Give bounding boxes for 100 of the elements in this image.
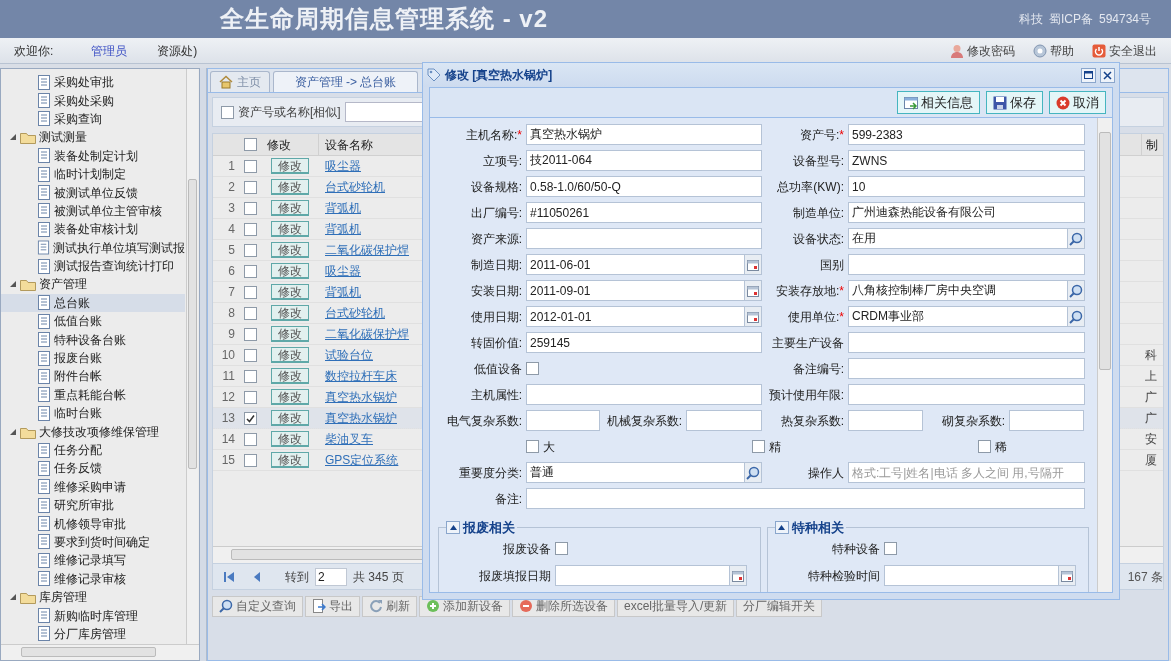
checkbox[interactable] bbox=[555, 542, 568, 555]
input-field[interactable] bbox=[1009, 410, 1084, 431]
maximize-button[interactable] bbox=[1081, 67, 1096, 83]
checkbox[interactable] bbox=[243, 159, 257, 173]
checkbox[interactable] bbox=[243, 432, 257, 446]
date-field[interactable]: 2012-01-01 bbox=[526, 306, 745, 327]
tree-item[interactable]: 被测试单位反馈 bbox=[1, 183, 185, 202]
input-field[interactable]: CRDM事业部 bbox=[848, 306, 1068, 327]
tree-item[interactable]: 库房管理 bbox=[1, 587, 185, 607]
input-field[interactable] bbox=[526, 410, 600, 431]
calendar-button[interactable] bbox=[745, 280, 762, 301]
date-field[interactable]: 2011-09-01 bbox=[526, 280, 745, 301]
input-field[interactable]: 在用 bbox=[848, 228, 1068, 249]
tab[interactable]: 资产管理 -> 总台账 bbox=[273, 71, 418, 92]
lookup-button[interactable] bbox=[1068, 306, 1085, 327]
edit-button[interactable]: 修改 bbox=[271, 326, 309, 342]
column-header[interactable]: 修改 bbox=[261, 134, 319, 155]
input-field[interactable] bbox=[848, 358, 1085, 379]
tree-item[interactable]: 维修记录填写 bbox=[1, 551, 185, 570]
close-button[interactable] bbox=[1100, 67, 1115, 83]
checkbox[interactable] bbox=[243, 201, 257, 215]
tree-item[interactable]: 重点耗能台帐 bbox=[1, 385, 185, 405]
tree-item[interactable]: 要求到货时间确定 bbox=[1, 532, 185, 552]
search-field[interactable] bbox=[344, 102, 425, 122]
input-field[interactable]: #11050261 bbox=[526, 202, 762, 223]
input-field[interactable]: 技2011-064 bbox=[526, 150, 762, 171]
edit-button[interactable]: 修改 bbox=[271, 452, 309, 468]
checkbox[interactable] bbox=[243, 390, 257, 404]
checkbox[interactable] bbox=[243, 264, 257, 278]
input-field[interactable] bbox=[526, 228, 762, 249]
input-field[interactable]: 0.58-1.0/60/50-Q bbox=[526, 176, 762, 197]
scrollbar[interactable] bbox=[1, 644, 199, 660]
edit-button[interactable]: 修改 bbox=[271, 410, 309, 426]
edit-button[interactable]: 修改 bbox=[271, 263, 309, 279]
tree-item[interactable]: 测试报告查询统计打印 bbox=[1, 256, 185, 276]
dialog-button[interactable]: 取消 bbox=[1049, 91, 1106, 114]
lookup-button[interactable] bbox=[1068, 228, 1085, 249]
collapse-button[interactable] bbox=[774, 521, 789, 535]
input-field[interactable] bbox=[848, 384, 1085, 405]
edit-button[interactable]: 修改 bbox=[271, 305, 309, 321]
checkbox[interactable] bbox=[243, 453, 257, 467]
input-field[interactable]: 259145 bbox=[526, 332, 762, 353]
tree-item[interactable]: 装备处制定计划 bbox=[1, 146, 185, 165]
tree-item[interactable]: 采购处审批 bbox=[1, 73, 185, 92]
scrollbar[interactable] bbox=[1097, 118, 1112, 592]
input-field[interactable] bbox=[848, 254, 1085, 275]
page-field[interactable]: 2 bbox=[315, 567, 347, 586]
input-field[interactable] bbox=[848, 410, 923, 431]
tree-item[interactable]: 测试测量 bbox=[1, 128, 185, 147]
input-field[interactable]: 真空热水锅炉 bbox=[526, 124, 762, 145]
checkbox[interactable] bbox=[243, 411, 257, 425]
checkbox[interactable] bbox=[243, 327, 257, 341]
date-field[interactable] bbox=[883, 565, 1059, 586]
edit-button[interactable]: 修改 bbox=[271, 158, 309, 174]
edit-button[interactable]: 修改 bbox=[271, 431, 309, 447]
edit-button[interactable]: 修改 bbox=[271, 368, 309, 384]
collapse-button[interactable] bbox=[446, 521, 460, 535]
tree-item[interactable]: 大修技改项修维保管理 bbox=[1, 422, 185, 441]
tree-item[interactable]: 任务反馈 bbox=[1, 459, 185, 478]
edit-button[interactable]: 修改 bbox=[271, 347, 309, 363]
scrollbar[interactable] bbox=[186, 69, 198, 644]
checkbox[interactable] bbox=[243, 369, 257, 383]
input-field[interactable]: 10 bbox=[848, 176, 1085, 197]
checkbox[interactable] bbox=[526, 440, 539, 453]
input-field[interactable] bbox=[686, 410, 762, 431]
toolbar-button[interactable]: 导出 bbox=[305, 595, 360, 617]
checkbox[interactable] bbox=[243, 138, 257, 151]
tree-item[interactable]: 测试执行单位填写测试报 bbox=[1, 238, 185, 257]
edit-button[interactable]: 修改 bbox=[271, 221, 309, 237]
checkbox[interactable] bbox=[243, 222, 257, 236]
checkbox[interactable] bbox=[243, 306, 257, 320]
header-link[interactable]: 修改密码 bbox=[950, 41, 1015, 60]
tree-item[interactable]: 机修领导审批 bbox=[1, 514, 185, 533]
tree-item[interactable]: 采购查询 bbox=[1, 109, 185, 129]
input-field[interactable] bbox=[526, 488, 1085, 509]
header-link[interactable]: 安全退出 bbox=[1092, 41, 1157, 60]
checkbox[interactable] bbox=[526, 362, 539, 375]
tree-item[interactable]: 资产管理 bbox=[1, 275, 185, 294]
lookup-button[interactable] bbox=[745, 462, 762, 483]
tree-item[interactable]: 任务分配 bbox=[1, 440, 185, 460]
input-field[interactable]: 广州迪森热能设备有限公司 bbox=[848, 202, 1085, 223]
input-field[interactable]: 格式:工号|姓名|电话 多人之间 用,号隔开 bbox=[848, 462, 1085, 483]
checkbox[interactable] bbox=[883, 542, 897, 555]
tree-item[interactable]: 采购处采购 bbox=[1, 91, 185, 110]
calendar-button[interactable] bbox=[745, 306, 762, 327]
column-header[interactable]: 制 bbox=[1141, 134, 1163, 155]
date-field[interactable]: 2011-06-01 bbox=[526, 254, 745, 275]
edit-button[interactable]: 修改 bbox=[271, 284, 309, 300]
input-field[interactable] bbox=[526, 384, 762, 405]
checkbox[interactable] bbox=[978, 440, 991, 453]
checkbox[interactable] bbox=[243, 285, 257, 299]
input-field[interactable]: ZWNS bbox=[848, 150, 1085, 171]
dialog-button[interactable]: 相关信息 bbox=[897, 91, 980, 114]
tree-item[interactable]: 临时台账 bbox=[1, 404, 185, 423]
calendar-button[interactable] bbox=[730, 565, 747, 586]
lookup-button[interactable] bbox=[1068, 280, 1085, 301]
edit-button[interactable]: 修改 bbox=[271, 242, 309, 258]
dialog-button[interactable]: 保存 bbox=[986, 91, 1043, 114]
edit-button[interactable]: 修改 bbox=[271, 200, 309, 216]
input-field[interactable]: 599-2383 bbox=[848, 124, 1085, 145]
